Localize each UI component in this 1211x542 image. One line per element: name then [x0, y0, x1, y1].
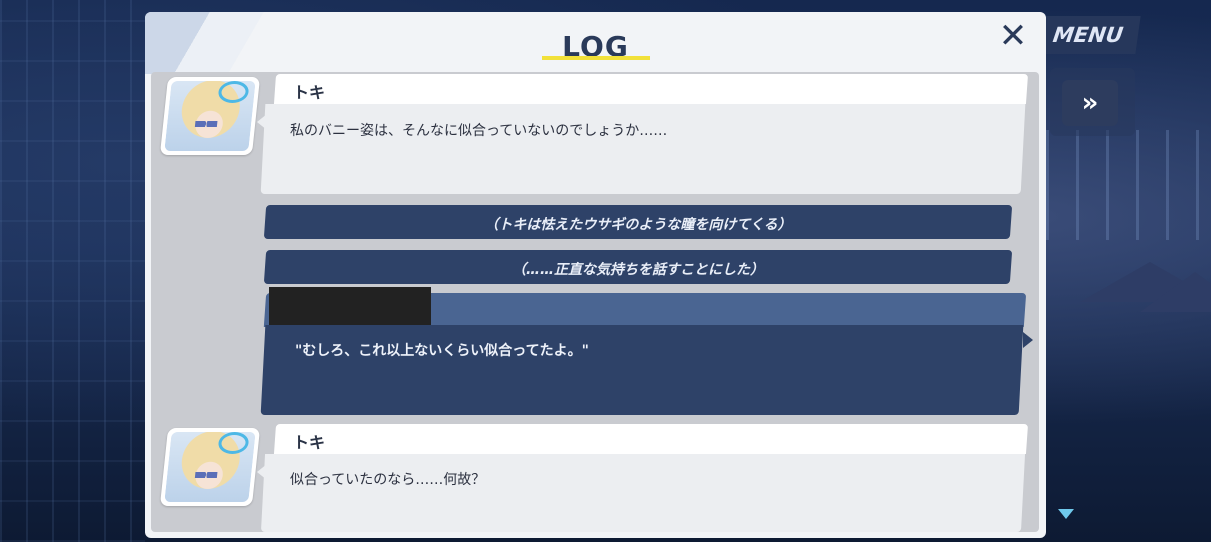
player-dialogue-box — [260, 325, 1024, 415]
speaker-name: トキ — [293, 433, 326, 452]
menu-button[interactable]: MENU — [1035, 16, 1141, 54]
speaker-name-bar — [273, 74, 1029, 104]
dialogue-box — [260, 454, 1026, 532]
background-railing-right — [1046, 130, 1211, 240]
title-underline — [542, 56, 650, 60]
close-button[interactable]: ✕ — [997, 19, 1029, 53]
speaker-avatar — [159, 77, 261, 155]
portrait-eyes — [194, 121, 218, 127]
fast-forward-button[interactable]: » — [1062, 80, 1118, 126]
dialogue-tail — [257, 464, 267, 480]
fast-forward-icon: » — [1081, 88, 1099, 118]
close-icon: ✕ — [998, 16, 1028, 56]
dialogue-text: 似合っていたのなら……何故？ — [290, 472, 486, 488]
scroll-down-indicator — [1058, 509, 1074, 519]
redacted-player-name — [269, 287, 431, 328]
log-scroll-area[interactable]: トキ 私のバニー姿は、そんなに似合っていないのでしょうか…… （トキは怯えたウサ… — [151, 72, 1039, 532]
background-structure-left — [0, 0, 145, 542]
narration-text: （トキは怯えたウサギのような瞳を向けてくる） — [484, 217, 792, 233]
log-panel: LOG ✕ トキ 私のバニー姿は、そんなに似合っていないのでしょうか…… （トキ… — [145, 12, 1046, 538]
speaker-avatar — [159, 428, 261, 506]
dialogue-tail — [257, 114, 267, 130]
speaker-name-bar — [273, 424, 1029, 454]
portrait-eyes — [194, 472, 218, 478]
dialogue-box — [260, 104, 1026, 194]
menu-label: MENU — [1051, 23, 1125, 47]
speaker-name: トキ — [293, 83, 326, 102]
player-dialogue-tail — [1023, 332, 1033, 348]
dialogue-text: 私のバニー姿は、そんなに似合っていないのでしょうか…… — [290, 123, 668, 139]
narration-text: （……正直な気持ちを話すことにした） — [512, 262, 764, 278]
player-dialogue-text: "むしろ、これ以上ないくらい似合ってたよ。" — [295, 343, 589, 359]
